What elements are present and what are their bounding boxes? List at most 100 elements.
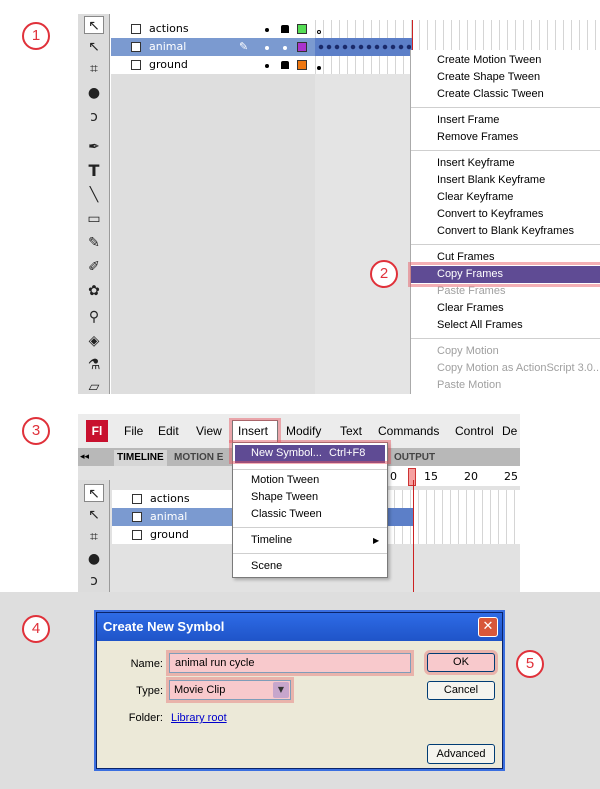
menu-item-motion-tween[interactable]: Motion Tween xyxy=(251,472,319,489)
advanced-button[interactable]: Advanced xyxy=(427,744,495,764)
brush-tool-icon[interactable]: ✐ xyxy=(84,258,104,276)
cancel-button[interactable]: Cancel xyxy=(427,681,495,700)
menu-item-create-classic-tween[interactable]: Create Classic Tween xyxy=(437,86,544,103)
empty-keyframe-icon xyxy=(317,30,321,34)
menu-separator xyxy=(411,338,600,339)
3d-rotation-tool-icon[interactable]: ● xyxy=(84,550,104,568)
free-transform-tool-icon[interactable]: ⌗ xyxy=(84,528,104,546)
visibility-dot-icon[interactable] xyxy=(265,64,269,68)
menu-control[interactable]: Control xyxy=(455,420,494,442)
menu-separator xyxy=(411,244,600,245)
new-symbol-highlight-box xyxy=(229,440,391,464)
menu-item-convert-to-blank-keyframes[interactable]: Convert to Blank Keyframes xyxy=(437,223,574,240)
menu-file[interactable]: File xyxy=(124,420,143,442)
selection-tool-icon[interactable]: ↖ xyxy=(84,484,104,502)
menu-text[interactable]: Text xyxy=(340,420,362,442)
tab-motion-editor[interactable]: MOTION E xyxy=(174,450,223,466)
layer-color-swatch[interactable] xyxy=(297,42,307,52)
layer-row-actions[interactable]: actions xyxy=(111,20,315,38)
keyframe-dots xyxy=(317,44,411,50)
type-select[interactable]: Movie Clip ▼ xyxy=(169,680,291,700)
pen-tool-icon[interactable]: ✒ xyxy=(84,138,104,156)
menu-item-paste-motion: Paste Motion xyxy=(437,379,502,391)
lock-icon[interactable] xyxy=(281,25,289,33)
menu-item-create-shape-tween[interactable]: Create Shape Tween xyxy=(437,69,540,86)
step-3-marker: 3 xyxy=(22,417,50,445)
tab-timeline[interactable]: TIMELINE xyxy=(114,450,167,466)
menu-item-select-all-frames[interactable]: Select All Frames xyxy=(437,317,523,334)
menu-item-shape-tween[interactable]: Shape Tween xyxy=(251,489,318,506)
frame-number: 15 xyxy=(424,470,438,483)
type-select-value: Movie Clip xyxy=(174,684,226,696)
menu-item-insert-blank-keyframe[interactable]: Insert Blank Keyframe xyxy=(437,172,545,189)
layer-row-animal[interactable]: animal ✎ xyxy=(111,38,315,56)
menu-item-clear-keyframe[interactable]: Clear Keyframe xyxy=(437,189,513,206)
free-transform-tool-icon[interactable]: ⌗ xyxy=(84,60,104,78)
eraser-tool-icon[interactable]: ▱ xyxy=(84,378,104,396)
line-tool-icon[interactable]: ╲ xyxy=(84,186,104,204)
text-tool-icon[interactable]: T xyxy=(84,162,104,180)
layer-color-swatch[interactable] xyxy=(297,60,307,70)
chevron-down-icon[interactable]: ▼ xyxy=(273,682,289,698)
submenu-arrow-icon: ▶ xyxy=(373,536,380,545)
playhead-marker[interactable] xyxy=(408,468,416,486)
pencil-tool-icon[interactable]: ✎ xyxy=(84,234,104,252)
paint-bucket-tool-icon[interactable]: ◈ xyxy=(84,332,104,350)
layer-name: ground xyxy=(149,58,188,71)
playhead xyxy=(413,480,414,592)
lasso-tool-icon[interactable]: ↄ xyxy=(84,572,104,590)
name-label: Name: xyxy=(130,658,163,670)
visibility-dot-icon[interactable] xyxy=(265,28,269,32)
step-1-marker: 1 xyxy=(22,22,50,50)
layer-icon xyxy=(131,42,141,52)
menu-item-insert-keyframe[interactable]: Insert Keyframe xyxy=(437,155,515,172)
copy-frames-highlight-box xyxy=(408,262,600,287)
close-icon[interactable]: ✕ xyxy=(478,617,498,637)
layer-icon xyxy=(132,494,142,504)
folder-label: Folder: xyxy=(128,712,163,724)
selection-tool-icon[interactable]: ↖ xyxy=(84,16,104,34)
lock-dot-icon[interactable] xyxy=(283,46,287,50)
layer-name: actions xyxy=(149,22,189,35)
lasso-tool-icon[interactable]: ↄ xyxy=(84,108,104,126)
folder-link[interactable]: Library root xyxy=(171,712,227,724)
context-menu: Create Motion Tween Create Shape Tween C… xyxy=(410,50,600,394)
layer-color-swatch[interactable] xyxy=(297,24,307,34)
tools-column: ↖ ↖ ⌗ ● ↄ xyxy=(78,480,110,592)
menu-item-create-motion-tween[interactable]: Create Motion Tween xyxy=(437,52,541,69)
name-input[interactable]: animal run cycle xyxy=(169,653,411,673)
menu-item-remove-frames[interactable]: Remove Frames xyxy=(437,129,518,146)
menu-edit[interactable]: Edit xyxy=(158,420,179,442)
subselection-tool-icon[interactable]: ↖ xyxy=(84,38,104,56)
menu-item-clear-frames[interactable]: Clear Frames xyxy=(437,300,504,317)
layer-icon xyxy=(131,24,141,34)
layer-name: actions xyxy=(150,492,190,505)
visibility-dot-icon[interactable] xyxy=(265,46,269,50)
menu-item-timeline[interactable]: Timeline xyxy=(251,532,292,549)
layers-panel: actions animal ✎ ground xyxy=(111,20,315,394)
tab-output[interactable]: OUTPUT xyxy=(394,450,435,466)
menu-item-scene[interactable]: Scene xyxy=(251,558,282,575)
subselection-tool-icon[interactable]: ↖ xyxy=(84,506,104,524)
bone-tool-icon[interactable]: ⚲ xyxy=(84,308,104,326)
rectangle-tool-icon[interactable]: ▭ xyxy=(84,210,104,228)
ok-button[interactable]: OK xyxy=(427,653,495,672)
layer-row-ground[interactable]: ground xyxy=(111,56,315,74)
menu-item-classic-tween[interactable]: Classic Tween xyxy=(251,506,322,523)
3d-rotation-tool-icon[interactable]: ● xyxy=(84,84,104,102)
menu-separator xyxy=(233,469,387,470)
eyedropper-tool-icon[interactable]: ⚗ xyxy=(84,356,104,374)
menu-separator xyxy=(233,553,387,554)
menu-modify[interactable]: Modify xyxy=(286,420,321,442)
lock-icon[interactable] xyxy=(281,61,289,69)
step-2-marker: 2 xyxy=(370,260,398,288)
menu-commands[interactable]: Commands xyxy=(378,420,439,442)
menu-debug[interactable]: De xyxy=(502,420,517,442)
tools-panel: ↖ ↖ ⌗ ● ↄ ✒ T ╲ ▭ ✎ ✐ ✿ ⚲ ◈ ⚗ ▱ xyxy=(78,14,110,396)
deco-tool-icon[interactable]: ✿ xyxy=(84,282,104,300)
pencil-edit-icon: ✎ xyxy=(239,40,249,53)
menu-view[interactable]: View xyxy=(196,420,222,442)
menu-item-insert-frame[interactable]: Insert Frame xyxy=(437,112,499,129)
menu-item-convert-to-keyframes[interactable]: Convert to Keyframes xyxy=(437,206,543,223)
collapse-arrow-icon[interactable]: ◂◂ xyxy=(80,448,89,466)
